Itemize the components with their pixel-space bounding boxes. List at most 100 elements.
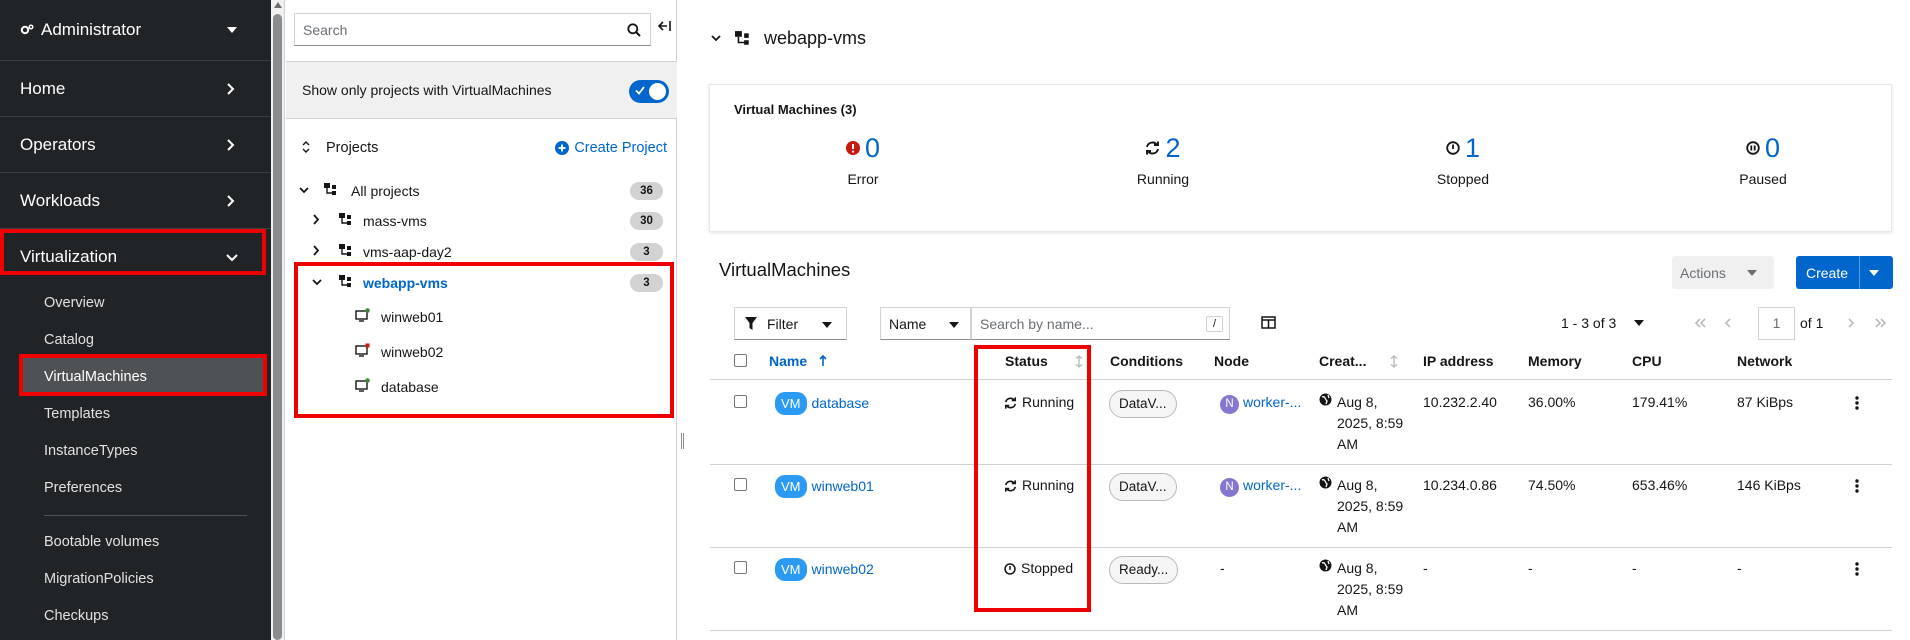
vm-badge: VM [775,475,807,498]
nav-item-bootable-volumes[interactable]: Bootable volumes [44,534,159,550]
stat-label: Stopped [1436,171,1490,187]
resize-handle[interactable] [681,433,684,449]
select-all-checkbox[interactable] [734,354,747,367]
row-checkbox[interactable] [734,561,747,574]
nav-item-checkups[interactable]: Checkups [44,608,108,624]
created-line: AM [1337,602,1358,618]
chevron-down-icon[interactable] [299,187,309,194]
tree-row-all-projects[interactable]: All projects 36 [286,176,677,206]
search-icon [627,23,641,37]
tree-row-mass-vms[interactable]: mass-vms 30 [286,206,677,236]
column-header-memory: Memory [1528,353,1582,369]
create-separator [1859,256,1860,289]
chevron-down-icon[interactable] [711,35,721,42]
condition-label[interactable]: DataV... [1109,390,1177,418]
vm-name-link[interactable]: winweb01 [812,478,874,494]
kebab-menu-icon[interactable] [1855,479,1859,493]
created-line: Aug 8, [1337,477,1378,493]
chevron-right-icon[interactable] [313,214,320,225]
sort-icon [1075,354,1083,368]
stat-running[interactable]: 2 Running [1103,131,1223,188]
stat-label: Error [847,171,879,187]
nav-item-preferences[interactable]: Preferences [44,480,122,496]
manage-columns-icon[interactable] [1261,316,1276,329]
nav-item-migrationpolicies[interactable]: MigrationPolicies [44,571,154,587]
node-link[interactable]: worker-... [1243,394,1301,410]
vm-status-cell[interactable]: Running [1004,475,1074,496]
column-header-created[interactable]: Creat... [1319,353,1398,369]
sync-icon [1004,479,1017,492]
row-checkbox[interactable] [734,478,747,491]
scrollbar-thumb[interactable] [273,14,282,640]
nav-section-operators[interactable]: Operators [0,117,271,173]
project-search-input[interactable] [303,21,623,38]
created-line: AM [1337,436,1358,452]
condition-label[interactable]: DataV... [1109,473,1177,501]
caret-down-icon [822,322,832,328]
nav-item-overview[interactable]: Overview [44,295,104,311]
create-project-link[interactable]: Create Project [555,140,667,156]
node-cell[interactable]: Nworker-... [1220,475,1301,497]
vm-name-cell[interactable]: VM database [775,392,869,415]
nav-section-home[interactable]: Home [0,61,271,117]
kebab-menu-icon[interactable] [1855,562,1859,576]
vm-projects-switch[interactable] [629,80,669,103]
page-number-input[interactable]: 1 [1758,307,1795,340]
create-dropdown[interactable]: Create [1796,256,1893,289]
node-cell: - [1220,560,1225,576]
created-line: AM [1337,519,1358,535]
nav-section-virtualization[interactable]: Virtualization [0,229,271,285]
kebab-menu-icon[interactable] [1855,396,1859,410]
collapse-panel-icon[interactable] [658,20,672,32]
actions-dropdown[interactable]: Actions [1672,256,1774,289]
nav-item-instancetypes[interactable]: InstanceTypes [44,443,138,459]
vm-name-cell[interactable]: VM winweb02 [775,558,874,581]
tree-vm-database[interactable]: database [286,372,677,402]
vm-summary-card: Virtual Machines (3) 0 Error 2 Running 1… [709,84,1892,232]
row-divider [710,630,1892,631]
tree-vm-winweb01[interactable]: winweb01 [286,302,677,332]
project-search [294,13,651,46]
tree-row-webapp-vms[interactable]: webapp-vms 3 [286,268,677,298]
condition-label[interactable]: Ready... [1109,556,1179,584]
created-line: Aug 8, [1337,394,1378,410]
page-scrollbar[interactable] [271,0,285,640]
nav-item-templates[interactable]: Templates [44,406,110,422]
stat-stopped[interactable]: 1 Stopped [1403,131,1523,188]
last-page-icon[interactable] [1875,318,1887,328]
nav-item-virtualmachines[interactable]: VirtualMachines [44,369,147,385]
row-checkbox[interactable] [734,395,747,408]
stat-error[interactable]: 0 Error [803,131,923,187]
vm-name-link[interactable]: database [812,395,870,411]
chevron-down-icon[interactable] [312,279,322,286]
node-cell[interactable]: Nworker-... [1220,392,1301,414]
previous-page-icon[interactable] [1724,318,1731,328]
filter-dropdown[interactable]: Filter [734,307,847,340]
count-badge: 30 [630,212,663,230]
vm-name-cell[interactable]: VM winweb01 [775,475,874,498]
search-field-select[interactable]: Name [880,307,971,340]
page-count: of 1 [1800,315,1824,331]
tree-row-vms-aap-day2[interactable]: vms-aap-day2 3 [286,237,677,267]
column-header-name[interactable]: Name [769,353,827,369]
ip-cell: 10.234.0.86 [1423,477,1497,493]
chevron-right-icon[interactable] [313,245,320,256]
filter-icon [745,317,757,330]
vm-name-link[interactable]: winweb02 [812,561,874,577]
stat-paused[interactable]: 0 Paused [1703,131,1823,188]
vm-search-input[interactable] [980,316,1200,332]
first-page-icon[interactable] [1694,318,1706,328]
tree-vm-winweb02[interactable]: winweb02 [286,337,677,367]
node-link[interactable]: worker-... [1243,477,1301,493]
pagination-range[interactable]: 1 - 3 of 3 [1561,315,1645,331]
vm-status-cell[interactable]: Running [1004,392,1074,413]
column-header-status[interactable]: Status [1005,353,1083,369]
memory-cell: 36.00% [1528,394,1576,410]
perspective-switcher[interactable]: Administrator [0,0,271,61]
nav-section-workloads[interactable]: Workloads [0,173,271,229]
nav-item-catalog[interactable]: Catalog [44,332,94,348]
sort-icon[interactable] [302,141,310,153]
chevron-right-icon [227,83,235,95]
next-page-icon[interactable] [1848,318,1855,328]
vm-status-cell[interactable]: Stopped [1004,558,1073,579]
